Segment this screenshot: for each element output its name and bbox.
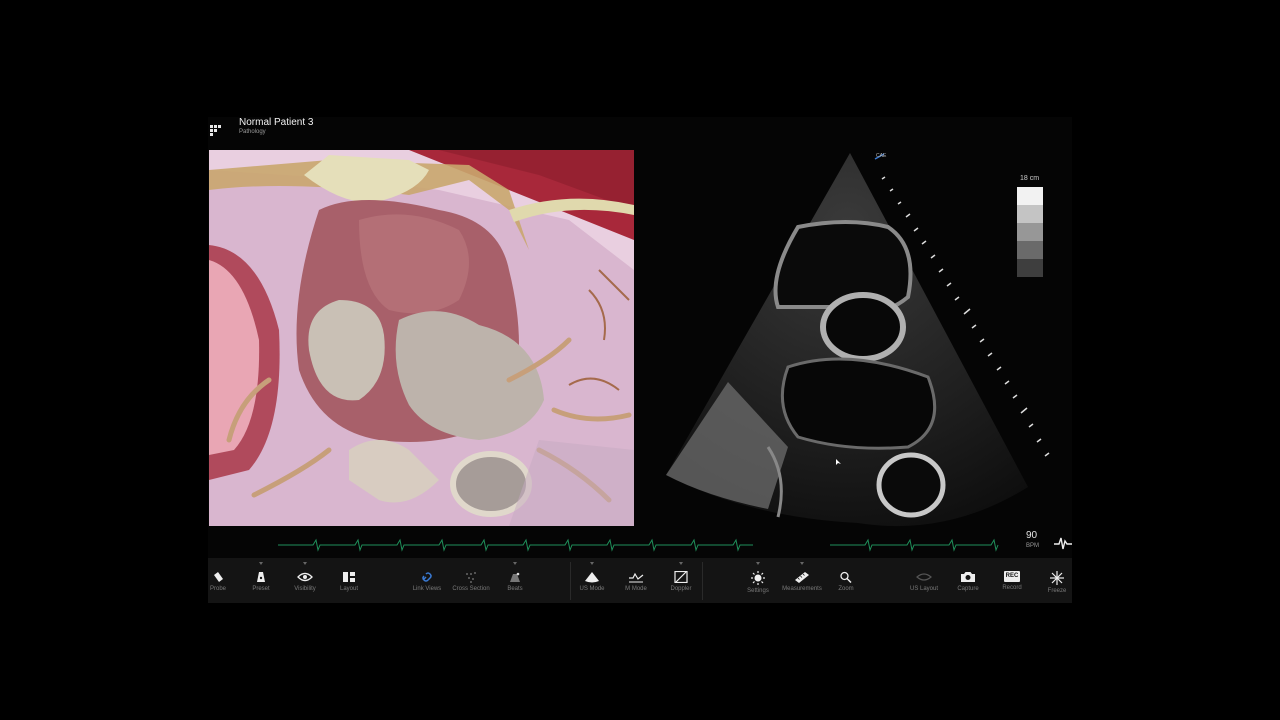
beats-label: Beats (507, 586, 523, 592)
toolbar-divider (570, 562, 571, 600)
magnifier-icon (840, 571, 852, 583)
layout-button[interactable]: Layout (336, 558, 362, 603)
bottom-toolbar: Probe Preset Visibility Layout Link View… (208, 558, 1072, 603)
freeze-button[interactable]: Freeze (1044, 558, 1070, 603)
us-layout-button[interactable]: US Layout (906, 558, 942, 603)
heart-rate-unit: BPM (1026, 543, 1040, 549)
link-views-label: Link Views (412, 586, 442, 592)
zoom-label: Zoom (838, 586, 854, 592)
settings-label: Settings (747, 588, 769, 594)
preset-label: Preset (252, 586, 270, 592)
visibility-label: Visibility (294, 586, 316, 592)
grayscale-bar (1017, 187, 1043, 277)
us-mode-label: US Mode (579, 586, 605, 592)
capture-button[interactable]: Capture (954, 558, 982, 603)
link-views-button[interactable]: Link Views (410, 558, 444, 603)
capture-label: Capture (957, 586, 979, 592)
header: Normal Patient 3 Pathology (208, 117, 1072, 149)
measurements-button[interactable]: Measurements (780, 558, 824, 603)
cross-section-label: Cross Section (452, 586, 490, 592)
m-mode-label: M Mode (625, 586, 647, 592)
beats-button[interactable]: Beats (504, 558, 526, 603)
visibility-button[interactable]: Visibility (291, 558, 319, 603)
apps-menu-icon[interactable] (210, 121, 224, 136)
probe-label: Probe (209, 586, 226, 592)
heart-anatomy-render (209, 150, 634, 526)
record-button[interactable]: REC Record (998, 558, 1026, 603)
patient-subtitle: Pathology (239, 129, 266, 135)
rec-icon: REC (1003, 571, 1021, 582)
us-mode-icon (585, 572, 599, 583)
cross-section-icon (466, 572, 476, 583)
cae-brand-mark: CAE (876, 153, 887, 159)
settings-button[interactable]: Settings (743, 558, 773, 603)
brightness-icon (751, 571, 765, 585)
doppler-label: Doppler (670, 586, 692, 592)
ecg-waveform-icon[interactable] (1054, 535, 1072, 551)
eye-icon (297, 572, 313, 582)
heart-rate-value: 90 (1026, 530, 1038, 541)
anatomy-3d-view[interactable] (209, 150, 634, 526)
ecg-trace (278, 538, 999, 552)
link-icon (422, 572, 432, 582)
us-mode-button[interactable]: US Mode (576, 558, 608, 603)
doppler-button[interactable]: Doppler (666, 558, 696, 603)
simulator-app: Normal Patient 3 Pathology CAE 18 cm 90 … (208, 117, 1072, 603)
heart-beats-icon (510, 572, 520, 582)
ultrasound-view[interactable] (648, 147, 1068, 532)
cross-section-button[interactable]: Cross Section (449, 558, 493, 603)
zoom-button[interactable]: Zoom (833, 558, 859, 603)
m-mode-icon (629, 572, 644, 583)
us-layout-label: US Layout (909, 586, 939, 592)
snowflake-icon (1050, 571, 1064, 585)
camera-icon (961, 572, 975, 582)
probe-icon (214, 572, 223, 582)
preset-button[interactable]: Preset (248, 558, 274, 603)
depth-label: 18 cm (1020, 175, 1040, 182)
toolbar-divider (702, 562, 703, 600)
m-mode-button[interactable]: M Mode (621, 558, 651, 603)
doppler-icon (674, 571, 688, 583)
freeze-label: Freeze (1047, 588, 1067, 594)
mouse-cursor (836, 452, 842, 465)
us-layout-icon (916, 573, 932, 581)
layout-label: Layout (339, 586, 358, 592)
measurements-label: Measurements (782, 586, 822, 592)
patient-title: Normal Patient 3 (239, 117, 314, 128)
layout-icon (343, 572, 355, 582)
ruler-icon (795, 572, 809, 583)
record-label: Record (1002, 585, 1022, 591)
probe-button[interactable]: Probe (208, 558, 228, 603)
ultrasound-sector-image (666, 153, 1050, 527)
preset-icon (257, 572, 265, 582)
